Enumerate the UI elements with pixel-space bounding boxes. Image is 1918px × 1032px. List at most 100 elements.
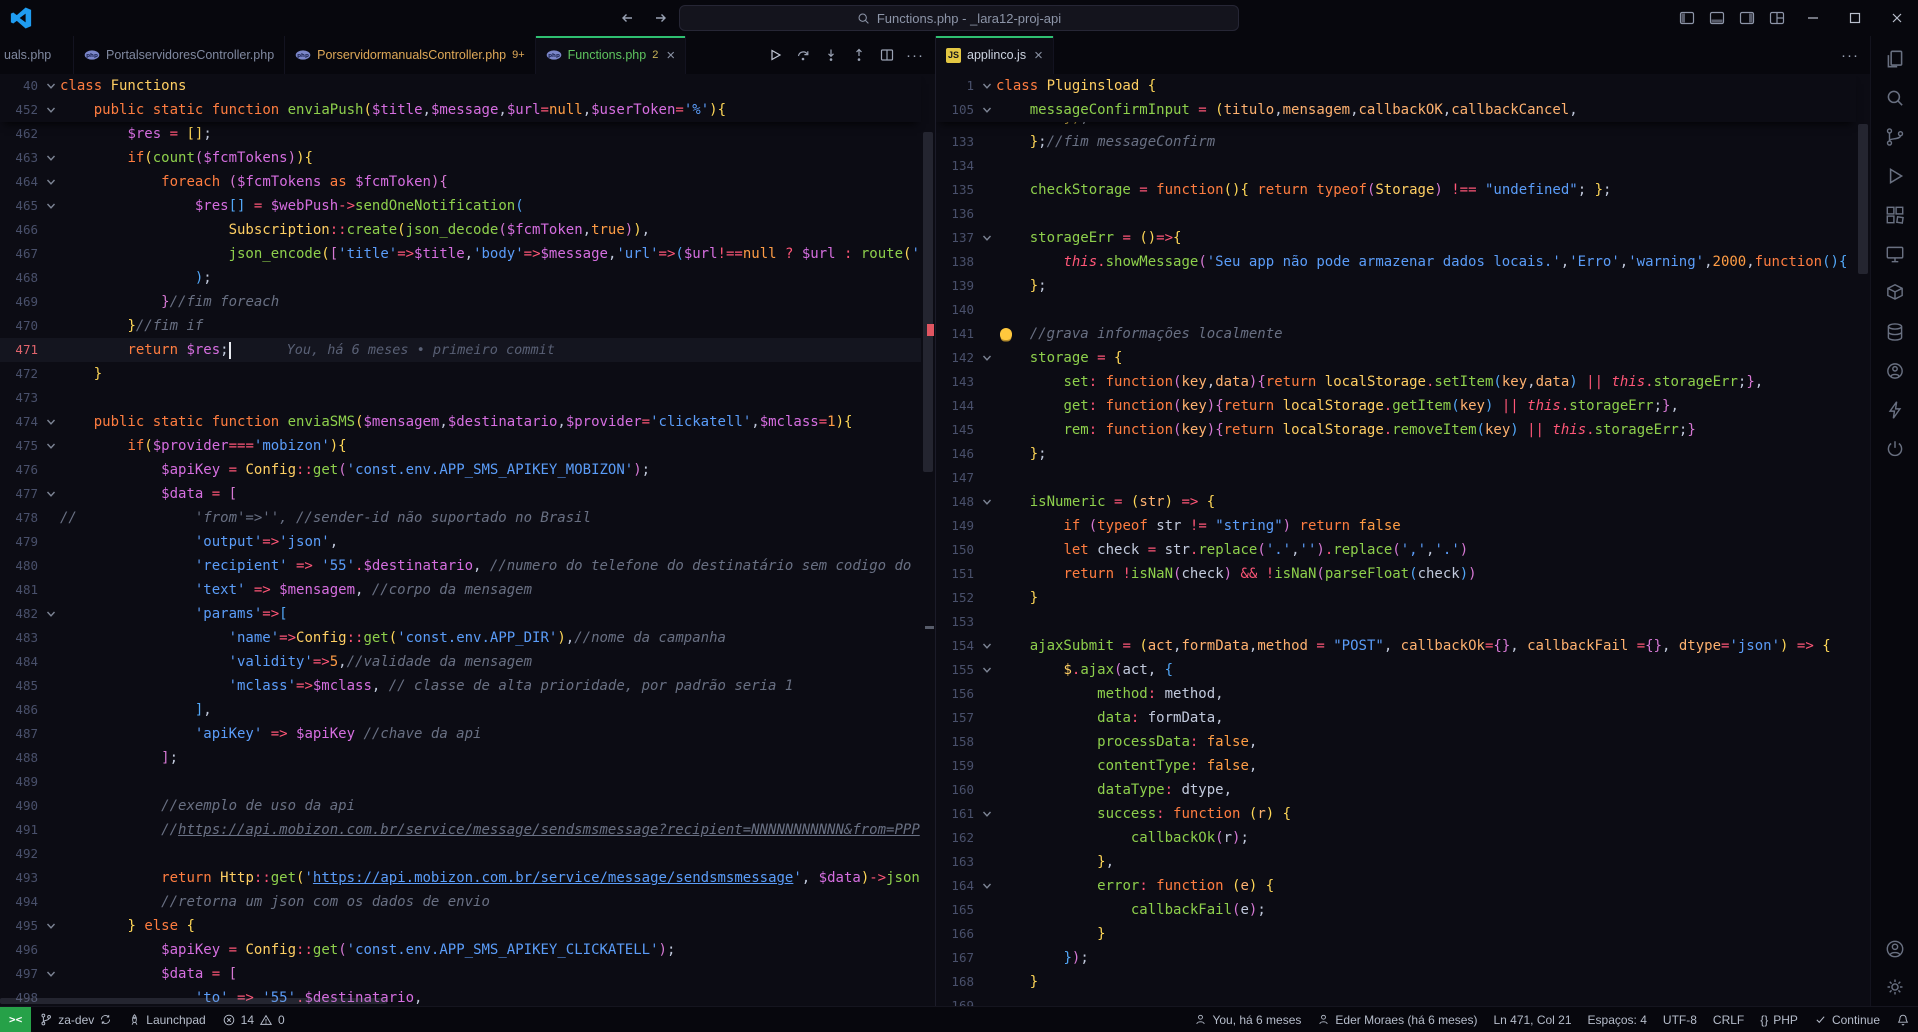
close-tab-icon[interactable]: × bbox=[1034, 47, 1043, 64]
blame-you-indicator[interactable]: You, há 6 meses bbox=[1186, 1007, 1309, 1032]
code-line[interactable]: 463 if(count($fcmTokens)){ bbox=[0, 146, 921, 170]
code-line[interactable]: 152 } bbox=[936, 586, 1856, 610]
minimize-button[interactable] bbox=[1792, 0, 1834, 36]
split-editor-icon[interactable] bbox=[875, 43, 899, 67]
code-line[interactable]: 145 rem: function(key){return localStora… bbox=[936, 418, 1856, 442]
code-line[interactable]: 135 checkStorage = function(){ return ty… bbox=[936, 178, 1856, 202]
code-line[interactable]: 105 messageConfirmInput = (titulo,mensag… bbox=[936, 98, 1856, 122]
code-line[interactable]: 484 'validity'=>5,//validade da mensagem bbox=[0, 650, 921, 674]
search-icon[interactable] bbox=[1882, 85, 1908, 111]
code-line[interactable]: 485 'mclass'=>$mclass, // classe de alta… bbox=[0, 674, 921, 698]
code-line[interactable]: 469 }//fim foreach bbox=[0, 290, 921, 314]
scrollbar-thumb[interactable] bbox=[1858, 124, 1868, 274]
fold-chevron-icon[interactable] bbox=[42, 177, 60, 187]
code-line[interactable]: 133 };//fim messageConfirm bbox=[936, 130, 1856, 154]
power-icon[interactable] bbox=[1882, 436, 1908, 462]
code-line[interactable]: 162 callbackOk(r); bbox=[936, 826, 1856, 850]
code-line[interactable]: 1class Pluginsload { bbox=[936, 74, 1856, 98]
fold-chevron-icon[interactable] bbox=[978, 233, 996, 243]
branch-indicator[interactable]: za-dev bbox=[31, 1007, 120, 1032]
thunder-client-icon[interactable] bbox=[1882, 397, 1908, 423]
code-line[interactable]: 472 } bbox=[0, 362, 921, 386]
code-line[interactable]: 464 foreach ($fcmTokens as $fcmToken){ bbox=[0, 170, 921, 194]
code-line[interactable]: 164 error: function (e) { bbox=[936, 874, 1856, 898]
fold-chevron-icon[interactable] bbox=[42, 609, 60, 619]
fold-chevron-icon[interactable] bbox=[978, 497, 996, 507]
code-line[interactable]: 492 bbox=[0, 842, 921, 866]
code-line[interactable]: 141 //grava informações localmente bbox=[936, 322, 1856, 346]
code-line[interactable]: 165 callbackFail(e); bbox=[936, 898, 1856, 922]
code-line[interactable]: 150 let check = str.replace('.','').repl… bbox=[936, 538, 1856, 562]
code-line[interactable]: 160 dataType: dtype, bbox=[936, 778, 1856, 802]
code-line[interactable]: 138 this.showMessage('Seu app não pode a… bbox=[936, 250, 1856, 274]
code-line[interactable]: 483 'name'=>Config::get('const.env.APP_D… bbox=[0, 626, 921, 650]
customize-layout-icon[interactable] bbox=[1762, 5, 1792, 31]
problems-indicator[interactable]: 14 0 bbox=[214, 1007, 293, 1032]
fold-chevron-icon[interactable] bbox=[42, 921, 60, 931]
code-line[interactable]: 137 storageErr = ()=>{ bbox=[936, 226, 1856, 250]
files-icon[interactable] bbox=[1882, 46, 1908, 72]
eol-indicator[interactable]: CRLF bbox=[1705, 1007, 1752, 1032]
code-line[interactable]: 161 success: function (r) { bbox=[936, 802, 1856, 826]
fold-chevron-icon[interactable] bbox=[42, 105, 60, 115]
fold-chevron-icon[interactable] bbox=[42, 969, 60, 979]
tab-functions-php[interactable]: php Functions.php 2 × bbox=[536, 36, 686, 74]
code-line[interactable]: 465 $res[] = $webPush->sendOneNotificati… bbox=[0, 194, 921, 218]
code-line[interactable]: 488 ]; bbox=[0, 746, 921, 770]
code-line[interactable]: 169 bbox=[936, 994, 1856, 1006]
toggle-sidebar-icon[interactable] bbox=[1672, 5, 1702, 31]
code-line[interactable]: 134 bbox=[936, 154, 1856, 178]
code-line[interactable]: 477 $data = [ bbox=[0, 482, 921, 506]
scrollbar-thumb[interactable] bbox=[923, 132, 933, 472]
fold-chevron-icon[interactable] bbox=[978, 881, 996, 891]
fold-chevron-icon[interactable] bbox=[42, 489, 60, 499]
code-line[interactable]: 482 'params'=>[ bbox=[0, 602, 921, 626]
fold-chevron-icon[interactable] bbox=[42, 153, 60, 163]
notifications-bell-icon[interactable] bbox=[1888, 1007, 1918, 1032]
scrollbar-vertical[interactable] bbox=[921, 74, 935, 1006]
maximize-button[interactable] bbox=[1834, 0, 1876, 36]
remote-indicator[interactable]: >< bbox=[0, 1007, 31, 1032]
code-line[interactable]: 479 'output'=>'json', bbox=[0, 530, 921, 554]
code-line[interactable]: 155 $.ajax(act, { bbox=[936, 658, 1856, 682]
code-line[interactable]: 140 bbox=[936, 298, 1856, 322]
code-line[interactable]: 146 }; bbox=[936, 442, 1856, 466]
code-line[interactable]: 468 ); bbox=[0, 266, 921, 290]
code-line[interactable]: 452 public static function enviaPush($ti… bbox=[0, 98, 921, 122]
lightbulb-icon[interactable] bbox=[1000, 328, 1012, 340]
code-line[interactable]: 149 if (typeof str != "string") return f… bbox=[936, 514, 1856, 538]
tab-porservidormanualscontroller[interactable]: php PorservidormanualsController.php 9+ bbox=[285, 36, 536, 74]
toggle-panel-icon[interactable] bbox=[1702, 5, 1732, 31]
source-control-icon[interactable] bbox=[1882, 124, 1908, 150]
blame-author-indicator[interactable]: Eder Moraes (há 6 meses) bbox=[1309, 1007, 1485, 1032]
tab-uals-php[interactable]: uals.php bbox=[0, 36, 74, 74]
editor-group-right[interactable]: 132 });133 };//fim messageConfirm134135 … bbox=[936, 74, 1870, 1006]
scrollbar-horizontal[interactable] bbox=[0, 996, 921, 1006]
step-over-icon[interactable] bbox=[791, 43, 815, 67]
code-line[interactable]: 480 'recipient' => '55'.$destinatario, /… bbox=[0, 554, 921, 578]
code-line[interactable]: 489 bbox=[0, 770, 921, 794]
database-icon[interactable] bbox=[1882, 319, 1908, 345]
code-line[interactable]: 154 ajaxSubmit = (act,formData,method = … bbox=[936, 634, 1856, 658]
code-line[interactable]: 159 contentType: false, bbox=[936, 754, 1856, 778]
code-line[interactable]: 493 return Http::get('https://api.mobizo… bbox=[0, 866, 921, 890]
remote-explorer-icon[interactable] bbox=[1882, 241, 1908, 267]
code-line[interactable]: 139 }; bbox=[936, 274, 1856, 298]
fold-chevron-icon[interactable] bbox=[42, 81, 60, 91]
extensions-icon[interactable] bbox=[1882, 202, 1908, 228]
tab-applinco-js[interactable]: JS applinco.js × bbox=[936, 36, 1054, 74]
back-icon[interactable] bbox=[615, 6, 639, 30]
code-line[interactable]: 474 public static function enviaSMS($men… bbox=[0, 410, 921, 434]
fold-chevron-icon[interactable] bbox=[42, 441, 60, 451]
editor-group-left[interactable]: 462 $res = [];463 if(count($fcmTokens)){… bbox=[0, 74, 936, 1006]
fold-chevron-icon[interactable] bbox=[978, 353, 996, 363]
code-line[interactable]: 157 data: formData, bbox=[936, 706, 1856, 730]
code-line[interactable]: 142 storage = { bbox=[936, 346, 1856, 370]
more-actions-icon[interactable]: ··· bbox=[903, 43, 927, 67]
code-area-functions-php[interactable]: 462 $res = [];463 if(count($fcmTokens)){… bbox=[0, 122, 921, 1006]
scrollbar-thumb[interactable] bbox=[0, 998, 387, 1004]
toggle-secondary-sidebar-icon[interactable] bbox=[1732, 5, 1762, 31]
tab-portalservidorescontroller[interactable]: php PortalservidoresController.php bbox=[74, 36, 285, 74]
code-line[interactable]: 148 isNumeric = (str) => { bbox=[936, 490, 1856, 514]
code-line[interactable]: 462 $res = []; bbox=[0, 122, 921, 146]
